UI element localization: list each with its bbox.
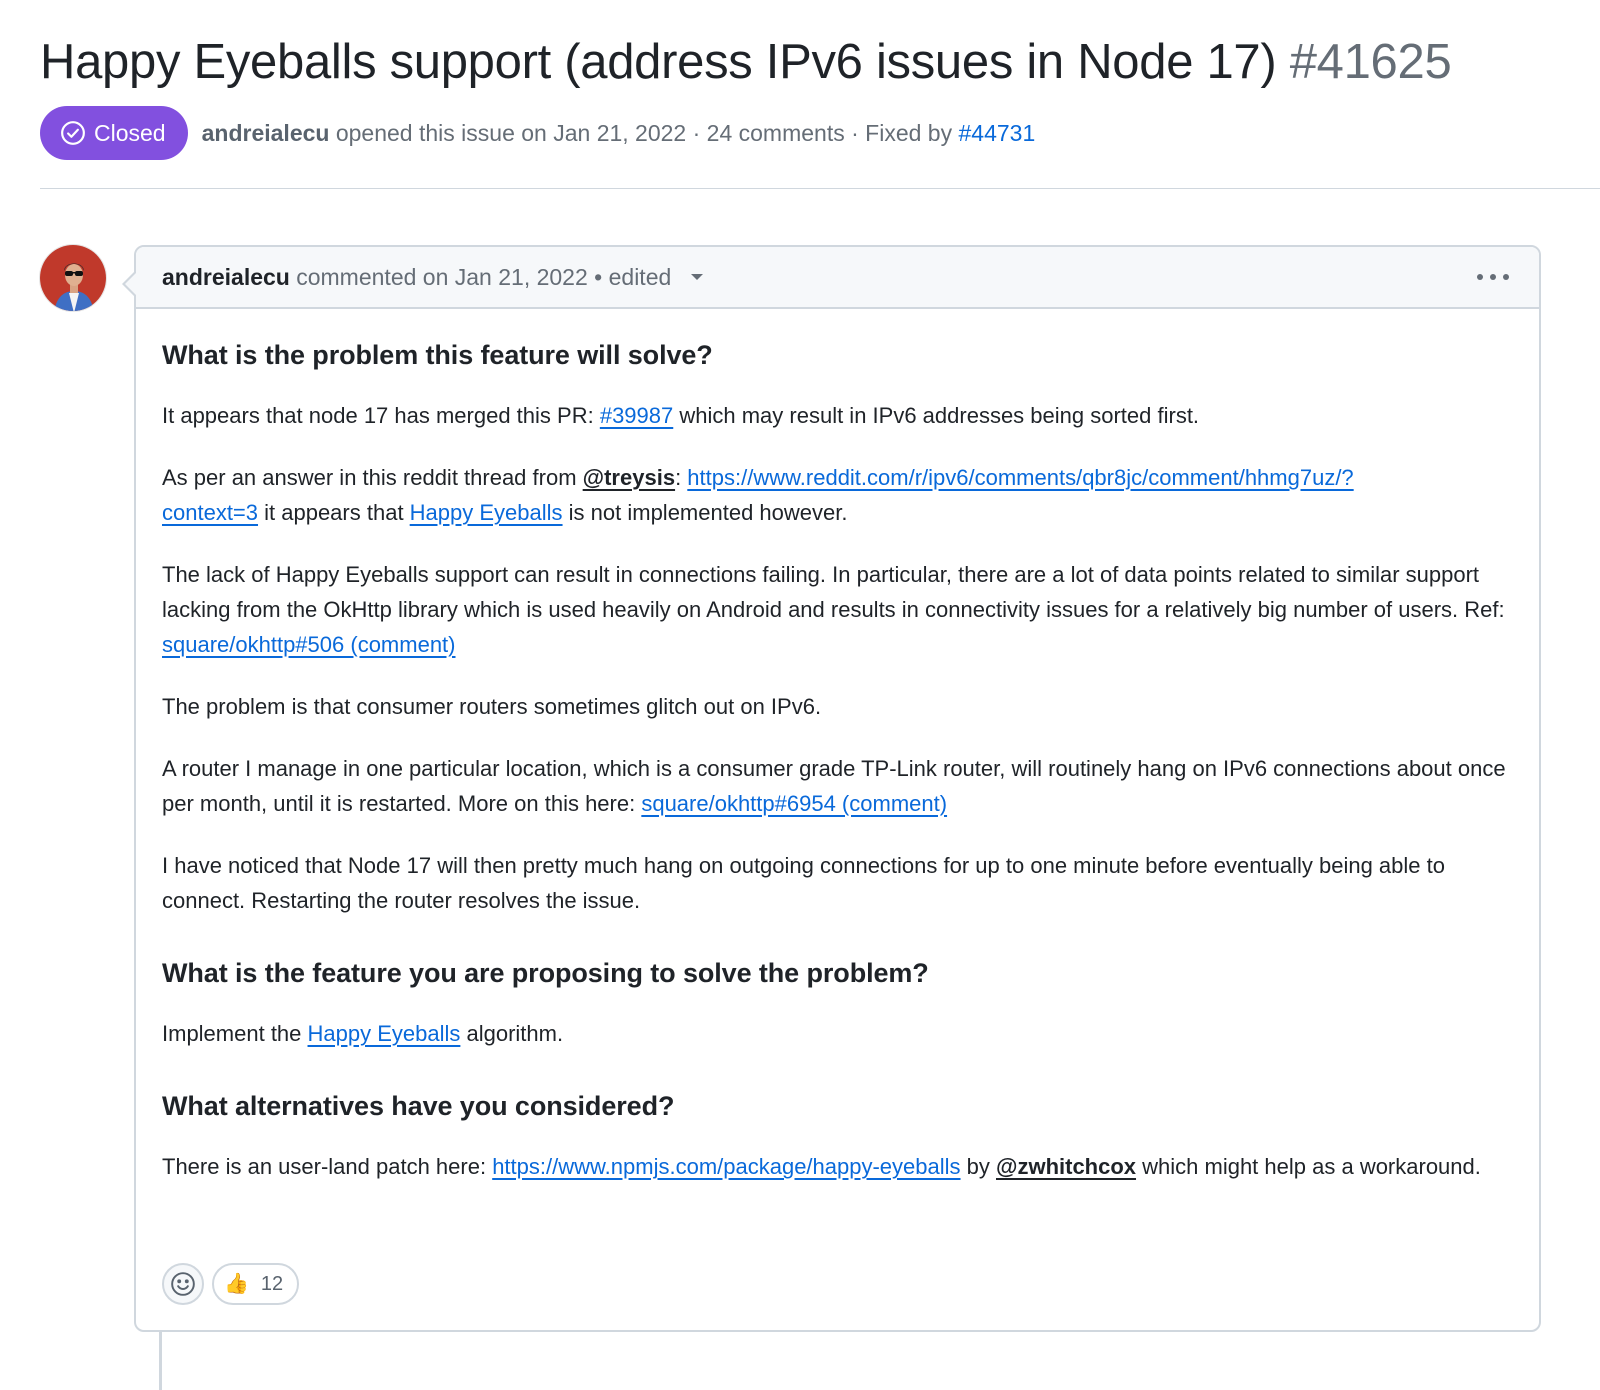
comment-timestamp[interactable]: commented on Jan 21, 2022 • [296,264,602,291]
thumbs-up-icon: 👍 [224,1273,249,1295]
heading-problem: What is the problem this feature will so… [162,340,713,370]
text: The lack of Happy Eyeballs support can r… [162,562,1505,622]
reactions-bar: 👍 12 [162,1263,300,1305]
text: is not implemented however. [562,500,848,525]
timeline-line [159,1332,162,1390]
pr-link-39987[interactable]: #39987 [600,403,673,428]
happy-eyeballs-link-2[interactable]: Happy Eyeballs [308,1021,461,1046]
text: There is an user-land patch here: [162,1154,493,1179]
mention-treysis[interactable]: @treysis [583,465,675,490]
fixed-by-link[interactable]: #44731 [958,120,1035,146]
reaction-thumbs-up[interactable]: 👍 12 [212,1263,300,1305]
issue-number: #41625 [1289,35,1452,89]
text: It appears that node 17 has merged this … [162,403,600,428]
add-reaction-button[interactable] [162,1263,204,1305]
paragraph-tplink: A router I manage in one particular loca… [162,751,1513,821]
heading-alternatives: What alternatives have you considered? [162,1091,675,1121]
avatar[interactable] [39,244,107,312]
avatar-image [40,245,106,311]
text: algorithm. [460,1021,564,1046]
paragraph-routers: The problem is that consumer routers som… [162,694,822,719]
text: by [960,1154,996,1179]
opened-text: opened this issue on Jan 21, 2022 · 24 c… [335,119,953,146]
text: which might help as a workaround. [1136,1154,1481,1179]
paragraph-okhttp: The lack of Happy Eyeballs support can r… [162,557,1513,662]
text: which may result in IPv6 addresses being… [673,403,1200,428]
state-label: Closed [94,119,166,146]
issue-meta: Closed andreialecu opened this issue on … [40,106,1600,160]
text: it appears that [258,500,410,525]
happy-eyeballs-link[interactable]: Happy Eyeballs [410,500,563,525]
text: As per an answer in this reddit thread f… [162,465,583,490]
issue-title-text: Happy Eyeballs support (address IPv6 iss… [40,35,1277,89]
paragraph-reddit: As per an answer in this reddit thread f… [162,460,1513,530]
comment-body: What is the problem this feature will so… [136,309,1539,1184]
reaction-count: 12 [260,1272,284,1295]
text: Implement the [162,1021,308,1046]
paragraph-node17: I have noticed that Node 17 will then pr… [162,853,1445,913]
heading-feature: What is the feature you are proposing to… [162,958,929,988]
check-circle-icon [61,121,85,145]
smiley-icon [171,1272,195,1296]
okhttp-506-link[interactable]: square/okhttp#506 (comment) [162,632,456,657]
issue-author-link[interactable]: andreialecu [202,120,330,146]
paragraph-implement: Implement the Happy Eyeballs algorithm. [162,1016,1513,1051]
state-badge: Closed [40,106,188,160]
paragraph-userland: There is an user-land patch here: https:… [162,1149,1513,1184]
edited-label: edited [608,263,672,290]
chevron-down-icon [691,274,704,280]
kebab-horizontal-icon[interactable] [1477,265,1509,289]
issue-meta-text: andreialecu opened this issue on Jan 21,… [202,120,1036,147]
comment-author-link[interactable]: andreialecu [162,264,290,291]
paragraph-pr: It appears that node 17 has merged this … [162,398,1513,433]
mention-zwhitchcox[interactable]: @zwhitchcox [996,1154,1136,1179]
okhttp-6954-link[interactable]: square/okhttp#6954 (comment) [641,791,947,816]
issue-header: Happy Eyeballs support (address IPv6 iss… [40,30,1600,160]
text: : [675,465,688,490]
issue-comment: andreialecu commented on Jan 21, 2022 • … [122,245,1541,1332]
issue-title: Happy Eyeballs support (address IPv6 iss… [40,30,1600,94]
header-divider [40,188,1600,189]
npm-link[interactable]: https://www.npmjs.com/package/happy-eyeb… [492,1154,960,1179]
edited-dropdown[interactable]: edited [609,264,704,291]
comment-header: andreialecu commented on Jan 21, 2022 • … [136,247,1539,309]
